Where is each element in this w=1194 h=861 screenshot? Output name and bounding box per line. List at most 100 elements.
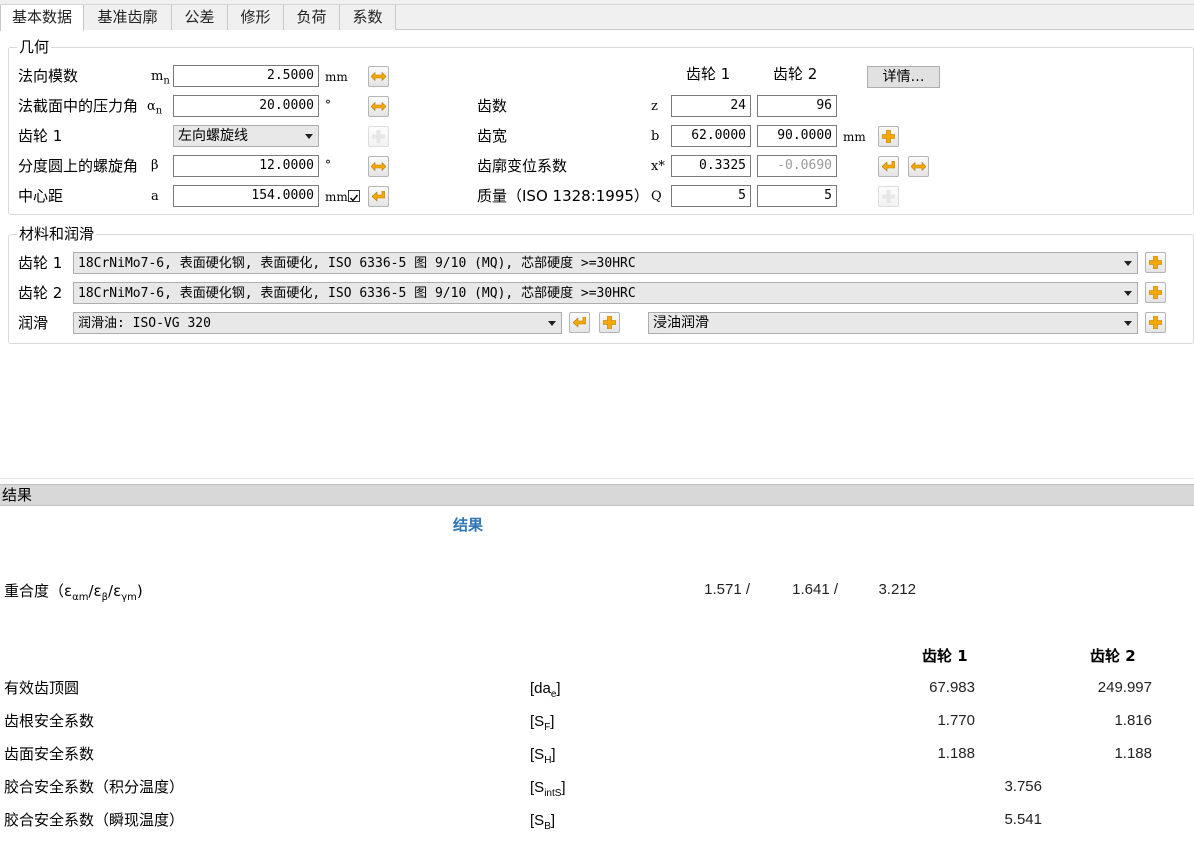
quality-gear1-input[interactable]: 5 (671, 185, 751, 207)
tab-modifications[interactable]: 修形 (228, 5, 284, 30)
gear2-material-plus-button[interactable] (1145, 282, 1166, 303)
details-button[interactable]: 详情… (867, 66, 940, 88)
plus-icon (1149, 256, 1162, 269)
lubrication-type-dropdown[interactable]: 浸油润滑 (648, 312, 1138, 334)
lubricant-plus-button[interactable] (599, 312, 620, 333)
plus-icon (603, 316, 616, 329)
disabled-plus-button (878, 186, 899, 207)
double-arrow-icon (911, 161, 926, 172)
results-panel-title: 结果 (2, 486, 33, 504)
helix-direction-dropdown[interactable]: 左向螺旋线 (173, 125, 319, 147)
gear1-hand-label: 齿轮 1 (18, 127, 63, 145)
calc-helix-angle-button[interactable] (368, 156, 389, 177)
gear1-material-label: 齿轮 1 (18, 254, 63, 272)
result-gear2-value: 1.816 (1114, 712, 1152, 729)
gear1-material-value: 18CrNiMo7-6, 表面硬化钢, 表面硬化, ISO 6336-5 图 9… (78, 256, 636, 271)
result-symbol: [SF] (530, 713, 555, 733)
result-gear1-value: 1.770 (937, 712, 975, 729)
face-width-label: 齿宽 (477, 127, 508, 145)
result-label: 胶合安全系数（瞬现温度） (4, 811, 185, 829)
quality-label: 质量（ISO 1328:1995） (477, 187, 649, 205)
face-width-symbol: b (651, 129, 660, 144)
plus-icon (1149, 316, 1162, 329)
gear2-material-dropdown[interactable]: 18CrNiMo7-6, 表面硬化钢, 表面硬化, ISO 6336-5 图 9… (73, 282, 1138, 304)
center-distance-input[interactable]: 154.0000 (173, 185, 319, 207)
lubricant-dropdown[interactable]: 润滑油: ISO-VG 320 (73, 312, 562, 334)
chevron-down-icon (548, 321, 556, 326)
return-arrow-icon (573, 317, 586, 328)
tab-load[interactable]: 负荷 (284, 5, 340, 30)
profile-shift-gear1-input[interactable]: 0.3325 (671, 155, 751, 177)
profile-shift-gear2-input[interactable]: -0.0690 (757, 155, 837, 177)
face-width-unit: mm (843, 130, 866, 144)
profile-shift-calc-button[interactable] (908, 156, 929, 177)
normal-module-symbol: mn (151, 69, 170, 87)
center-distance-checkbox[interactable] (348, 190, 360, 202)
lubrication-label: 润滑 (18, 314, 49, 332)
result-gear2-value: 1.188 (1114, 745, 1152, 762)
disabled-plus-button (368, 126, 389, 147)
checkmark-icon (350, 194, 359, 202)
result-gear1-value: 67.983 (929, 679, 975, 696)
result-symbol: [dae] (530, 680, 561, 700)
chevron-down-icon (1124, 291, 1132, 296)
result-common-value: 3.756 (1004, 778, 1042, 795)
results-panel-header: 结果 (0, 484, 1194, 506)
face-width-plus-button[interactable] (878, 126, 899, 147)
tab-basic-data[interactable]: 基本数据 (0, 5, 84, 31)
materials-group-title: 材料和润滑 (17, 225, 97, 243)
return-arrow-icon (882, 161, 895, 172)
center-distance-label: 中心距 (18, 187, 64, 205)
quality-gear2-input[interactable]: 5 (757, 185, 837, 207)
splitter[interactable] (0, 478, 1194, 479)
lubricant-value: 润滑油: ISO-VG 320 (78, 316, 211, 331)
helix-direction-value: 左向螺旋线 (178, 128, 248, 144)
gear2-column-header: 齿轮 2 (773, 65, 818, 83)
geometry-group-title: 几何 (17, 38, 52, 56)
pressure-angle-label: 法截面中的压力角 (18, 97, 139, 115)
plus-icon (882, 190, 895, 203)
gear2-material-value: 18CrNiMo7-6, 表面硬化钢, 表面硬化, ISO 6336-5 图 9… (78, 286, 636, 301)
tab-tolerances[interactable]: 公差 (172, 5, 228, 30)
normal-module-input[interactable]: 2.5000 (173, 65, 319, 87)
tab-bar: 基本数据 基准齿廓 公差 修形 负荷 系数 (0, 5, 1194, 31)
convert-center-distance-button[interactable] (368, 186, 389, 207)
chevron-down-icon (305, 134, 313, 139)
helix-angle-input[interactable]: 12.0000 (173, 155, 319, 177)
tab-factors[interactable]: 系数 (340, 5, 396, 30)
plus-icon (1149, 286, 1162, 299)
pressure-angle-input[interactable]: 20.0000 (173, 95, 319, 117)
gear1-material-plus-button[interactable] (1145, 252, 1166, 273)
result-symbol: [SB] (530, 812, 556, 832)
plus-icon (372, 130, 385, 143)
face-width-gear1-input[interactable]: 62.0000 (671, 125, 751, 147)
result-label: 齿根安全系数 (4, 712, 95, 730)
gear1-material-dropdown[interactable]: 18CrNiMo7-6, 表面硬化钢, 表面硬化, ISO 6336-5 图 9… (73, 252, 1138, 274)
calc-pressure-angle-button[interactable] (368, 96, 389, 117)
pressure-angle-symbol: αn (147, 99, 163, 117)
results-gear2-header: 齿轮 2 (1090, 647, 1136, 665)
results-heading: 结果 (453, 516, 484, 534)
chevron-down-icon (1124, 261, 1132, 266)
normal-module-unit: mm (325, 70, 348, 84)
result-symbol: [SH] (530, 746, 556, 766)
plus-icon (882, 130, 895, 143)
gear1-column-header: 齿轮 1 (686, 65, 731, 83)
double-arrow-icon (371, 161, 386, 172)
lubrication-type-plus-button[interactable] (1145, 312, 1166, 333)
teeth-gear2-input[interactable]: 96 (757, 95, 837, 117)
result-label: 胶合安全系数（积分温度） (4, 778, 185, 796)
profile-shift-convert-button[interactable] (878, 156, 899, 177)
result-symbol: [SintS] (530, 779, 566, 799)
contact-ratio-label: 重合度（εαm/εβ/εγm) (4, 582, 143, 603)
double-arrow-icon (371, 101, 386, 112)
lubricant-convert-button[interactable] (569, 312, 590, 333)
contact-ratio-alpha: 1.571 / (704, 581, 750, 598)
double-arrow-icon (371, 71, 386, 82)
profile-shift-label: 齿廓变位系数 (477, 157, 568, 175)
teeth-gear1-input[interactable]: 24 (671, 95, 751, 117)
tab-reference-profile[interactable]: 基准齿廓 (84, 5, 172, 30)
teeth-label: 齿数 (477, 97, 508, 115)
calc-module-button[interactable] (368, 66, 389, 87)
face-width-gear2-input[interactable]: 90.0000 (757, 125, 837, 147)
